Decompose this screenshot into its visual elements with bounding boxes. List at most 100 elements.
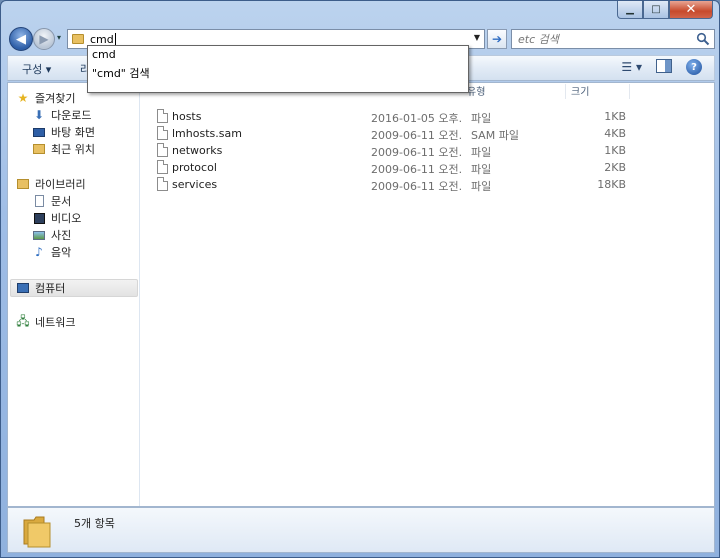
sidebar-item-label: 즐겨찾기 xyxy=(35,92,76,105)
file-type: 파일 xyxy=(471,146,492,159)
file-icon xyxy=(157,109,168,123)
sidebar-item-label: 컴퓨터 xyxy=(35,282,66,295)
details-pane: 5개 항목 xyxy=(7,507,715,553)
explorer-window: ▁ □ ✕ ◀ ▶ ▾ cmd ▼ ➔ 구성 ▾ 라 ☰ ▾ ? ★즐겨 xyxy=(0,0,720,558)
sidebar-item-label: 사진 xyxy=(51,229,72,242)
column-divider[interactable] xyxy=(629,84,630,99)
file-name: networks xyxy=(172,144,223,157)
file-size: 1KB xyxy=(604,110,626,123)
column-divider[interactable] xyxy=(565,84,566,99)
help-button[interactable]: ? xyxy=(686,59,702,75)
file-date: 2009-06-11 오전... xyxy=(371,180,463,193)
sidebar-item-music[interactable]: ♪ 음악 xyxy=(32,244,71,260)
library-icon xyxy=(16,177,30,191)
help-icon: ? xyxy=(691,61,697,73)
video-icon xyxy=(32,211,46,225)
file-size: 2KB xyxy=(604,161,626,174)
table-row[interactable]: services 2009-06-11 오전... 파일 18KB xyxy=(141,176,714,193)
picture-icon xyxy=(32,228,46,242)
sidebar-item-label: 비디오 xyxy=(51,212,82,225)
music-note-icon: ♪ xyxy=(35,245,43,259)
computer-icon xyxy=(16,281,30,295)
file-type: SAM 파일 xyxy=(471,129,519,142)
table-row[interactable]: hosts 2016-01-05 오후... 파일 1KB xyxy=(141,108,714,125)
maximize-icon: □ xyxy=(651,4,661,15)
file-icon xyxy=(157,126,168,140)
sidebar-item-label: 네트워크 xyxy=(35,316,76,329)
sidebar-item-label: 다운로드 xyxy=(51,109,92,122)
file-size: 4KB xyxy=(604,127,626,140)
item-count: 5개 항목 xyxy=(74,517,115,530)
organize-button[interactable]: 구성 ▾ xyxy=(22,61,51,77)
recent-pages-button[interactable]: ▾ xyxy=(57,33,61,42)
sidebar-item-desktop[interactable]: 바탕 화면 xyxy=(32,124,95,140)
sidebar-item-favorites[interactable]: ★ 즐겨찾기 xyxy=(16,90,76,106)
file-name: services xyxy=(172,178,218,191)
back-button[interactable]: ◀ xyxy=(9,27,33,51)
close-icon: ✕ xyxy=(685,2,697,17)
sidebar-item-label: 바탕 화면 xyxy=(51,126,95,139)
sidebar-item-pictures[interactable]: 사진 xyxy=(32,227,71,243)
views-button[interactable]: ☰ ▾ xyxy=(621,60,642,74)
file-list: 유형 크기 hosts 2016-01-05 오후... 파일 1KB lmho… xyxy=(141,83,714,506)
sidebar-item-computer[interactable]: 컴퓨터 xyxy=(16,280,65,296)
sidebar-item-network[interactable]: 🖧 네트워크 xyxy=(16,314,75,330)
close-button[interactable]: ✕ xyxy=(669,1,713,19)
download-folder-icon: ⬇ xyxy=(33,108,45,122)
file-date: 2009-06-11 오전... xyxy=(371,146,463,159)
sidebar-item-documents[interactable]: 문서 xyxy=(32,193,71,209)
sidebar-item-label: 문서 xyxy=(51,195,72,208)
go-arrow-icon: ➔ xyxy=(491,32,503,46)
forward-button[interactable]: ▶ xyxy=(33,28,55,50)
folder-icon xyxy=(23,516,51,548)
network-icon: 🖧 xyxy=(16,313,30,328)
file-type: 파일 xyxy=(471,163,492,176)
window-caption-buttons: ▁ □ ✕ xyxy=(617,1,713,19)
column-header-type[interactable]: 유형 xyxy=(467,83,485,101)
recent-places-icon xyxy=(32,142,46,156)
autocomplete-dropdown: cmd "cmd" 검색 xyxy=(87,45,469,93)
sidebar-item-downloads[interactable]: ⬇ 다운로드 xyxy=(32,107,92,123)
table-row[interactable]: lmhosts.sam 2009-06-11 오전... SAM 파일 4KB xyxy=(141,125,714,142)
document-icon xyxy=(32,194,46,208)
sidebar-item-label: 음악 xyxy=(51,246,72,259)
file-name: lmhosts.sam xyxy=(172,127,242,140)
address-dropdown-icon[interactable]: ▼ xyxy=(474,33,480,42)
file-icon xyxy=(157,177,168,191)
folder-icon xyxy=(72,34,84,44)
sidebar-item-libraries[interactable]: 라이브러리 xyxy=(16,176,86,192)
file-size: 18KB xyxy=(597,178,626,191)
views-icon: ☰ ▾ xyxy=(621,60,642,74)
table-row[interactable]: networks 2009-06-11 오전... 파일 1KB xyxy=(141,142,714,159)
sidebar-item-recent[interactable]: 최근 위치 xyxy=(32,141,95,157)
autocomplete-item[interactable]: cmd xyxy=(92,48,116,61)
maximize-button[interactable]: □ xyxy=(643,1,669,19)
file-date: 2016-01-05 오후... xyxy=(371,112,463,125)
file-name: hosts xyxy=(172,110,202,123)
column-header-label: 크기 xyxy=(571,87,590,98)
file-icon xyxy=(157,160,168,174)
preview-pane-button[interactable] xyxy=(656,59,672,73)
minimize-icon: ▁ xyxy=(626,4,634,15)
desktop-icon xyxy=(32,125,46,139)
minimize-button[interactable]: ▁ xyxy=(617,1,643,19)
search-input[interactable] xyxy=(518,30,688,48)
search-box[interactable] xyxy=(511,29,715,49)
navigation-pane: ★ 즐겨찾기 ⬇ 다운로드 바탕 화면 최근 위치 라이브러리 문서 비디오 사진 xyxy=(8,83,140,506)
table-row[interactable]: protocol 2009-06-11 오전... 파일 2KB xyxy=(141,159,714,176)
file-name: protocol xyxy=(172,161,217,174)
file-date: 2009-06-11 오전... xyxy=(371,129,463,142)
file-type: 파일 xyxy=(471,112,492,125)
chevron-down-icon: ▾ xyxy=(57,33,62,42)
autocomplete-search-item[interactable]: "cmd" 검색 xyxy=(92,65,150,81)
address-input[interactable]: cmd xyxy=(90,33,114,46)
column-header-label: 유형 xyxy=(467,87,486,98)
sidebar-item-videos[interactable]: 비디오 xyxy=(32,210,81,226)
column-header-size[interactable]: 크기 xyxy=(571,83,589,101)
go-button[interactable]: ➔ xyxy=(487,29,507,49)
star-icon: ★ xyxy=(17,91,29,105)
search-icon[interactable] xyxy=(696,32,710,46)
back-arrow-icon: ◀ xyxy=(16,31,26,47)
file-date: 2009-06-11 오전... xyxy=(371,163,463,176)
text-caret xyxy=(114,33,116,45)
